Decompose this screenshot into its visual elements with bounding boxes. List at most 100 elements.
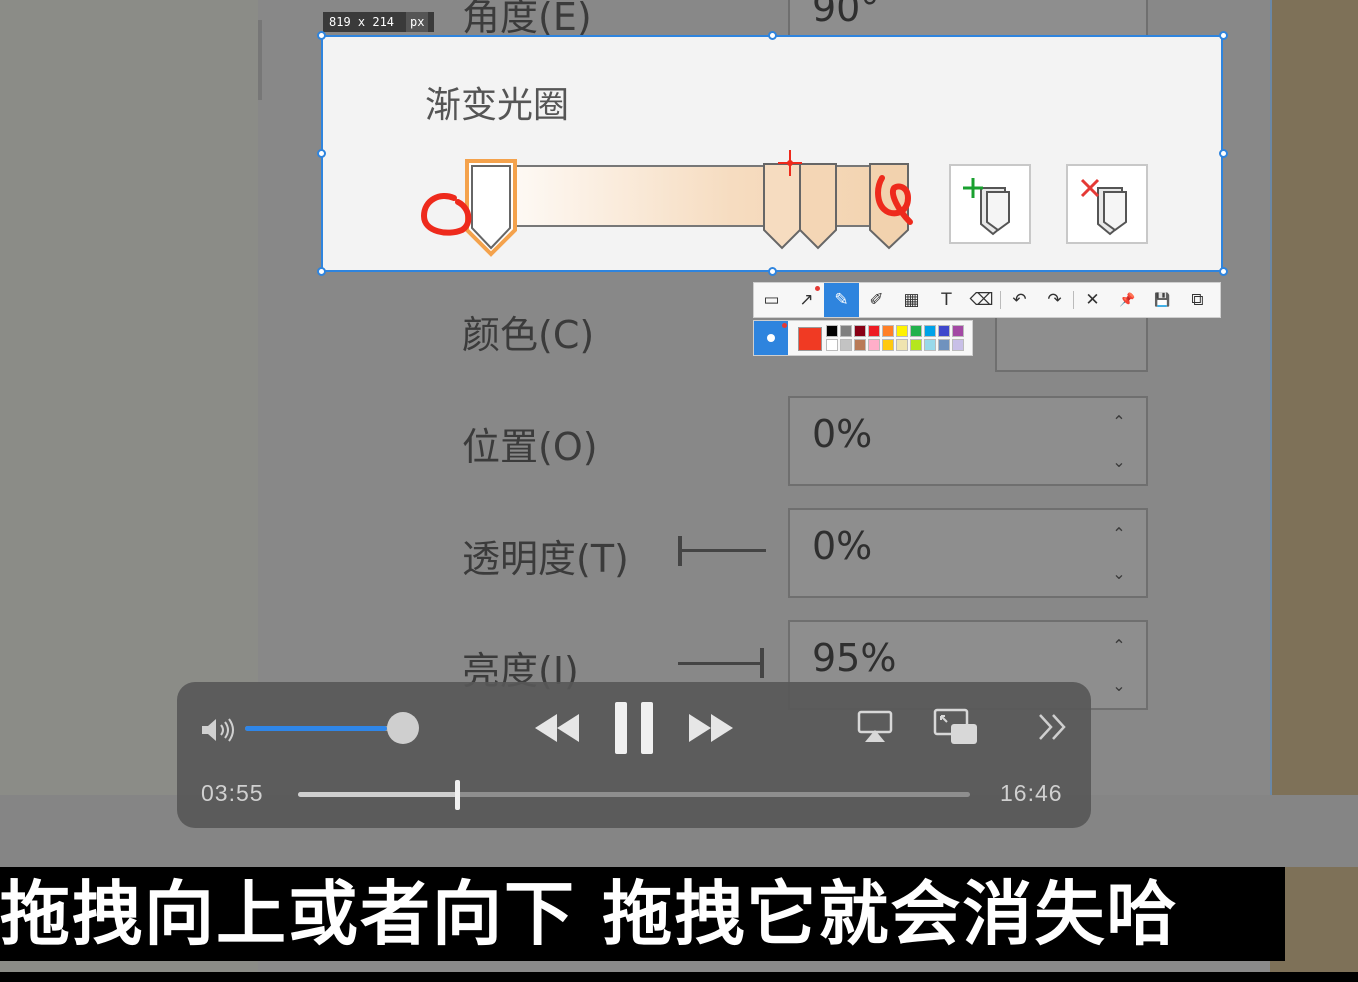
redo-icon: ↷ [1047,290,1062,310]
volume-level-fill [245,726,388,731]
color-swatch[interactable] [882,325,894,337]
pause-icon[interactable] [613,700,655,756]
pencil-tool-button[interactable]: ✎ [824,283,859,317]
color-swatch[interactable] [910,325,922,337]
resize-handle-e[interactable] [1219,149,1228,158]
color-swatch[interactable] [910,339,922,351]
resize-handle-w[interactable] [317,149,326,158]
volume-knob[interactable] [387,712,419,744]
cancel-capture-button[interactable]: ✕ [1075,283,1110,317]
position-input[interactable]: 0% ⌃ ⌄ [788,396,1148,486]
rectangle-icon: ▭ [763,290,780,310]
volume-slider[interactable] [245,726,403,731]
resize-handle-n[interactable] [768,31,777,40]
progress-fill [298,792,457,797]
add-gradient-stop-button[interactable] [949,164,1031,244]
pen-size-button[interactable] [754,321,788,355]
color-swatch[interactable] [952,339,964,351]
color-swatch[interactable] [826,339,838,351]
close-icon: ✕ [1085,290,1100,310]
pen-palette [753,320,973,356]
brightness-value: 95% [812,636,897,680]
airplay-icon[interactable] [857,710,893,744]
brightness-slider-track[interactable] [678,662,764,665]
duration-time: 16:46 [1000,780,1063,806]
color-swatch[interactable] [840,325,852,337]
dialog-scrollbar[interactable] [258,20,262,100]
brightness-slider-thumb[interactable] [760,648,764,678]
mosaic-tool-button[interactable]: ▦ [894,283,929,317]
marker-tool-button[interactable]: ✐ [859,283,894,317]
capture-size-unit: px [406,12,429,32]
line-icon: ↗ [799,290,814,310]
spin-up-icon[interactable]: ⌃ [1110,414,1128,430]
color-swatch[interactable] [854,339,866,351]
toolbar-separator [1073,291,1074,309]
picture-in-picture-icon[interactable] [933,708,979,746]
color-swatch[interactable] [868,339,880,351]
color-swatch[interactable] [924,325,936,337]
color-swatch[interactable] [868,325,880,337]
gradient-stop-3[interactable] [798,162,838,252]
eraser-tool-button[interactable]: ⌫ [964,283,999,317]
resize-handle-nw[interactable] [317,31,326,40]
resize-handle-ne[interactable] [1219,31,1228,40]
pencil-icon: ✎ [834,290,849,310]
remove-gradient-stop-button[interactable] [1066,164,1148,244]
spin-up-icon[interactable]: ⌃ [1110,638,1128,654]
save-button[interactable]: 💾 [1145,283,1180,317]
color-swatch[interactable] [924,339,936,351]
resize-handle-se[interactable] [1219,267,1228,276]
gradient-stops-title: 渐变光圈 [425,85,570,126]
red-circle-annotation-right [875,175,913,225]
marker-icon: ✐ [869,290,884,310]
gradient-bar[interactable] [470,165,908,227]
copy-icon: ⧉ [1191,290,1204,310]
color-swatch[interactable] [854,325,866,337]
color-label: 颜色(C) [462,313,595,357]
undo-button[interactable]: ↶ [1002,283,1037,317]
text-tool-button[interactable]: T [929,283,964,317]
transparency-label: 透明度(T) [462,537,629,581]
red-circle-annotation-left [420,193,472,236]
color-swatch[interactable] [882,339,894,351]
spin-up-icon[interactable]: ⌃ [1110,526,1128,542]
capture-size-tag: 819 x 214 px [323,12,435,32]
fast-forward-icon[interactable] [687,712,735,744]
color-swatch[interactable] [840,339,852,351]
rectangle-tool-button[interactable]: ▭ [754,283,789,317]
color-swatch[interactable] [938,339,950,351]
spin-down-icon[interactable]: ⌄ [1110,566,1128,582]
color-swatch[interactable] [896,339,908,351]
color-swatch[interactable] [938,325,950,337]
color-swatch[interactable] [896,325,908,337]
line-tool-button[interactable]: ↗ [789,283,824,317]
spin-down-icon[interactable]: ⌄ [1110,678,1128,694]
color-swatch[interactable] [952,325,964,337]
rewind-icon[interactable] [533,712,581,744]
add-gradient-stop-icon [963,178,1010,236]
pin-icon: 📌 [1119,292,1136,308]
pin-button[interactable]: 📌 [1110,283,1145,317]
crosshair-icon [778,150,802,176]
volume-icon[interactable] [200,716,236,744]
resize-handle-s[interactable] [768,267,777,276]
progress-scrubber[interactable] [454,780,460,810]
mosaic-icon: ▦ [903,290,920,310]
eraser-icon: ⌫ [969,290,994,310]
annotation-toolbar: ▭ ↗ ✎ ✐ ▦ T ⌫ ↶ ↷ ✕ 📌 💾 ⧉ [753,282,1221,318]
subtitle-text: 拖拽向上或者向下 拖拽它就会消失哈 [0,873,1179,955]
spin-down-icon[interactable]: ⌄ [1110,454,1128,470]
redo-button[interactable]: ↷ [1037,283,1072,317]
angle-value: 90° [812,0,880,30]
current-color-swatch[interactable] [798,327,822,351]
transparency-input[interactable]: 0% ⌃ ⌄ [788,508,1148,598]
transparency-value: 0% [812,524,873,568]
resize-handle-sw[interactable] [317,267,326,276]
progress-bar[interactable] [298,792,970,797]
color-swatch[interactable] [826,325,838,337]
copy-button[interactable]: ⧉ [1180,283,1215,317]
more-options-icon[interactable] [1037,712,1069,742]
transparency-slider-track[interactable] [680,549,766,552]
color-swatch-grid [826,325,965,352]
